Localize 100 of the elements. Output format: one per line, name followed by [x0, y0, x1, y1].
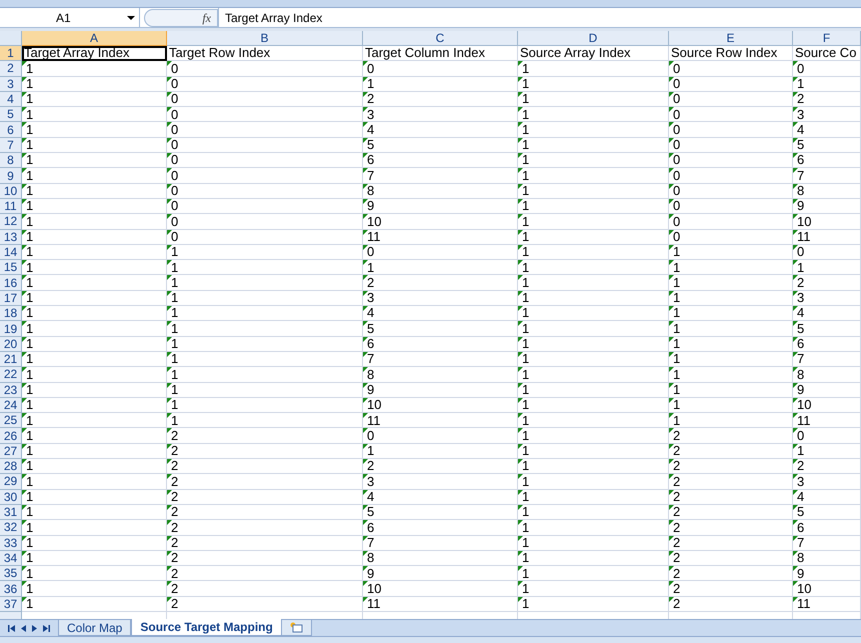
row-header[interactable]: 32: [0, 520, 22, 536]
table-cell: 1: [793, 260, 861, 276]
formula-field[interactable]: Target Array Index: [218, 8, 861, 27]
error-indicator-icon: [793, 581, 798, 586]
row-header[interactable]: 28: [0, 459, 22, 474]
error-indicator-icon: [363, 550, 368, 556]
row-header[interactable]: 30: [0, 490, 22, 505]
error-indicator-icon: [363, 581, 368, 586]
error-indicator-icon: [363, 290, 368, 296]
previous-sheet-icon[interactable]: [21, 624, 26, 632]
error-indicator-icon: [363, 382, 368, 388]
row-header[interactable]: 10: [0, 184, 22, 199]
name-box[interactable]: A1: [0, 8, 140, 27]
first-sheet-icon[interactable]: [8, 624, 15, 632]
sheet-tab[interactable]: Color Map: [58, 620, 132, 636]
table-cell: 0: [363, 244, 518, 260]
table-cell: 1: [518, 275, 669, 291]
error-indicator-icon: [167, 138, 172, 143]
row-header[interactable]: 24: [0, 398, 22, 414]
row-header[interactable]: 31: [0, 504, 22, 520]
row-header[interactable]: 8: [0, 153, 22, 168]
table-cell: 3: [363, 474, 518, 490]
column-header[interactable]: E: [669, 31, 793, 46]
row-header[interactable]: 35: [0, 566, 22, 582]
table-cell: 0: [167, 198, 363, 214]
table-cell: 10: [363, 398, 518, 414]
error-indicator-icon: [518, 520, 523, 526]
row-header[interactable]: 37: [0, 596, 22, 612]
table-cell: 0: [167, 214, 363, 230]
row-header[interactable]: 19: [0, 321, 22, 337]
row-header[interactable]: 5: [0, 107, 22, 122]
error-indicator-icon: [363, 214, 368, 220]
row-header[interactable]: 9: [0, 168, 22, 184]
row-header[interactable]: 25: [0, 413, 22, 428]
sheet-tab[interactable]: Source Target Mapping: [131, 619, 282, 636]
insert-sheet-button[interactable]: [282, 620, 312, 636]
last-sheet-icon[interactable]: [43, 624, 50, 632]
row-header[interactable]: 18: [0, 306, 22, 322]
table-cell: 1: [22, 536, 167, 551]
error-indicator-icon: [793, 290, 798, 296]
table-cell: 0: [669, 230, 793, 245]
row-header[interactable]: 34: [0, 550, 22, 566]
column-header[interactable]: D: [518, 31, 669, 46]
row-header[interactable]: 7: [0, 138, 22, 154]
error-indicator-icon: [793, 474, 798, 480]
row-header[interactable]: 16: [0, 275, 22, 291]
error-indicator-icon: [518, 413, 523, 418]
table-cell: 11: [363, 596, 518, 612]
error-indicator-icon: [518, 290, 523, 296]
table-cell: 3: [793, 474, 861, 490]
table-cell: 1: [518, 76, 669, 92]
error-indicator-icon: [793, 260, 798, 266]
row-header[interactable]: 4: [0, 92, 22, 108]
row-header[interactable]: 12: [0, 214, 22, 230]
row-header[interactable]: 20: [0, 336, 22, 352]
row-header[interactable]: 2: [0, 61, 22, 77]
column-header[interactable]: C: [363, 31, 518, 46]
row-header[interactable]: 26: [0, 428, 22, 444]
row-header[interactable]: 6: [0, 122, 22, 138]
row-header[interactable]: 11: [0, 198, 22, 214]
error-indicator-icon: [22, 107, 27, 112]
table-cell: 1: [167, 352, 363, 368]
row-header[interactable]: 1: [0, 46, 22, 62]
row-header[interactable]: 14: [0, 244, 22, 260]
error-indicator-icon: [793, 398, 798, 403]
error-indicator-icon: [363, 138, 368, 143]
row-header[interactable]: 29: [0, 474, 22, 490]
error-indicator-icon: [793, 596, 798, 602]
row-header[interactable]: 21: [0, 352, 22, 368]
error-indicator-icon: [669, 184, 674, 189]
error-indicator-icon: [22, 184, 27, 189]
row-header[interactable]: 36: [0, 581, 22, 597]
error-indicator-icon: [669, 459, 674, 464]
table-cell: 11: [793, 596, 861, 612]
row-header[interactable]: 17: [0, 290, 22, 306]
row-header[interactable]: 33: [0, 536, 22, 551]
error-indicator-icon: [669, 413, 674, 418]
row-header[interactable]: 13: [0, 230, 22, 245]
table-cell: 2: [167, 474, 363, 490]
table-cell: 0: [669, 198, 793, 214]
table-cell: 1: [518, 367, 669, 383]
insert-function-button[interactable]: fx: [202, 8, 211, 26]
table-cell: 11: [363, 413, 518, 428]
column-header[interactable]: A: [22, 31, 167, 46]
table-cell: 1: [518, 153, 669, 168]
row-header[interactable]: 23: [0, 382, 22, 398]
row-header[interactable]: 22: [0, 367, 22, 383]
column-header[interactable]: F: [793, 31, 861, 46]
table-cell: 1: [22, 184, 167, 199]
error-indicator-icon: [793, 76, 798, 82]
row-header[interactable]: 27: [0, 444, 22, 460]
error-indicator-icon: [22, 520, 27, 526]
table-cell: Target Row Index: [167, 46, 363, 62]
table-cell: 0: [167, 92, 363, 108]
error-indicator-icon: [22, 260, 27, 266]
row-header[interactable]: 3: [0, 76, 22, 92]
row-header[interactable]: 15: [0, 260, 22, 276]
column-header[interactable]: B: [167, 31, 363, 46]
table-cell: 1: [22, 352, 167, 368]
next-sheet-icon[interactable]: [32, 624, 37, 632]
